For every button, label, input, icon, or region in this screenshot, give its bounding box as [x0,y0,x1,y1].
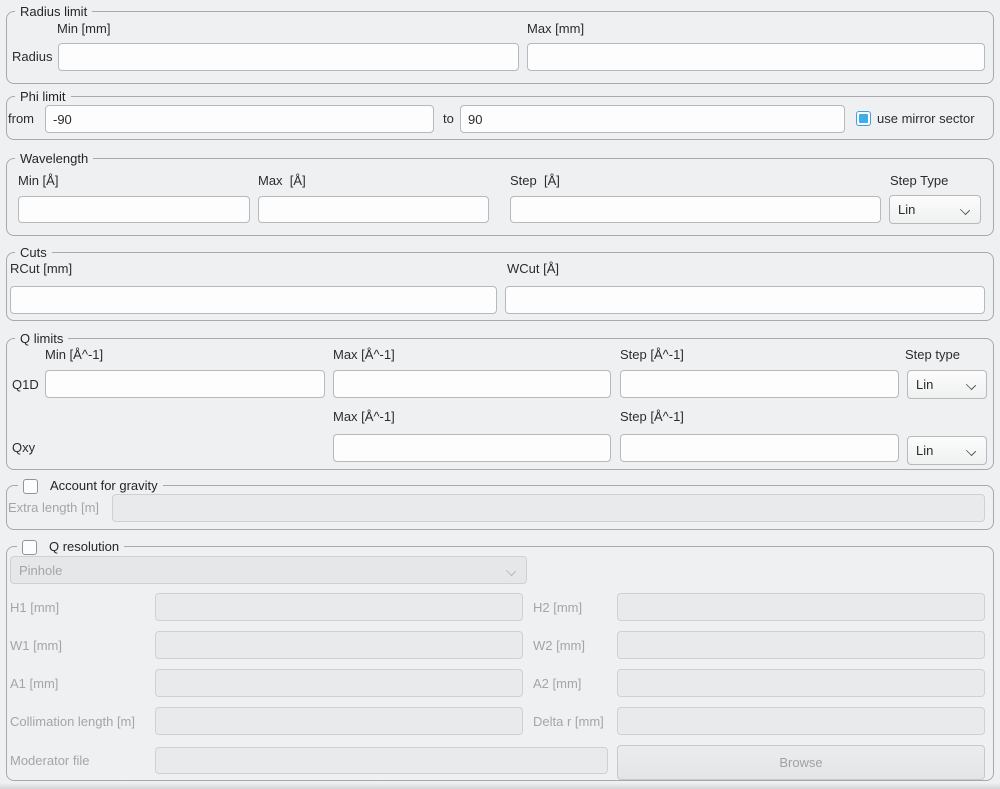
q1d-max-input[interactable] [333,370,611,398]
extra-length-input [112,494,985,522]
q1d-min-input[interactable] [45,370,325,398]
radius-min-input[interactable] [58,43,519,71]
group-phi-limit: Phi limit from to use mirror sector [6,96,994,140]
collimation-length-input [155,707,523,735]
radius-max-input[interactable] [527,43,985,71]
group-cuts-title: Cuts [15,244,52,262]
w1-label: W1 [mm] [10,638,62,654]
qxy-step-type-value: Lin [916,443,933,458]
q-step-type-label: Step type [905,347,960,363]
chevron-down-icon [966,380,976,390]
h2-input [617,593,985,621]
group-phi-limit-title: Phi limit [15,88,71,106]
group-cuts: Cuts RCut [mm] WCut [Å] [6,252,994,321]
chevron-down-icon [960,205,970,215]
q1d-row-label: Q1D [12,377,39,393]
wcut-input[interactable] [505,286,985,314]
qxy-step-type-select[interactable]: Lin [907,436,987,465]
group-wavelength: Wavelength Min [Å] Max [Å] Step [Å] Step… [6,158,994,236]
chevron-down-icon [966,446,976,456]
moderator-file-label: Moderator file [10,753,89,769]
wavelength-step-type-value: Lin [898,202,915,217]
wavelength-min-label: Min [Å] [18,173,58,189]
group-q-resolution-header: Q resolution [17,538,124,556]
wcut-label: WCut [Å] [507,261,559,277]
group-gravity-header: Account for gravity [18,477,163,495]
collimation-length-label: Collimation length [m] [10,714,135,730]
checkbox-check-icon [859,114,868,123]
radius-max-label: Max [mm] [527,21,584,37]
slicer-parameters-panel: Radius limit Min [mm] Max [mm] Radius Ph… [0,0,1000,789]
group-q-limits-title: Q limits [15,330,68,348]
qxy-step-label: Step [Å^-1] [620,409,684,425]
browse-button: Browse [617,745,985,780]
phi-from-label: from [8,111,34,127]
group-account-for-gravity: Account for gravity Extra length [m] [6,485,994,530]
delta-r-input [617,707,985,735]
extra-length-label: Extra length [m] [8,500,99,516]
w2-label: W2 [mm] [533,638,585,654]
q-step-label: Step [Å^-1] [620,347,684,363]
use-mirror-sector-label: use mirror sector [877,111,975,127]
group-q-resolution-title: Q resolution [49,538,119,556]
h1-label: H1 [mm] [10,600,59,616]
phi-from-input[interactable] [45,105,434,133]
group-gravity-title: Account for gravity [50,477,158,495]
h2-label: H2 [mm] [533,600,582,616]
q-resolution-checkbox[interactable] [22,540,37,555]
wavelength-step-type-label: Step Type [890,173,948,189]
group-wavelength-title: Wavelength [15,150,93,168]
chevron-down-icon [506,566,516,576]
wavelength-min-input[interactable] [18,196,250,223]
qxy-max-input[interactable] [333,434,611,462]
delta-r-label: Delta r [mm] [533,714,604,730]
wavelength-max-input[interactable] [258,196,489,223]
w2-input [617,631,985,659]
qxy-row-label: Qxy [12,440,35,456]
group-q-resolution: Q resolution Pinhole H1 [mm] H2 [mm] W1 … [6,546,994,781]
a1-input [155,669,523,697]
q1d-step-type-value: Lin [916,377,933,392]
use-mirror-sector-checkbox[interactable] [856,111,871,126]
radius-row-label: Radius [12,49,52,65]
wavelength-step-input[interactable] [510,196,881,223]
moderator-file-input [155,747,608,774]
q-resolution-source-select: Pinhole [10,556,527,584]
qxy-max-label: Max [Å^-1] [333,409,395,425]
group-q-limits: Q limits Min [Å^-1] Max [Å^-1] Step [Å^-… [6,338,994,470]
radius-min-label: Min [mm] [57,21,110,37]
a2-input [617,669,985,697]
q-max-label: Max [Å^-1] [333,347,395,363]
account-for-gravity-checkbox[interactable] [23,479,38,494]
wavelength-max-label: Max [Å] [258,173,306,189]
q1d-step-input[interactable] [620,370,899,398]
rcut-label: RCut [mm] [10,261,72,277]
wavelength-step-label: Step [Å] [510,173,560,189]
q-resolution-source-value: Pinhole [19,563,62,578]
group-radius-limit: Radius limit Min [mm] Max [mm] Radius [6,11,994,84]
group-radius-limit-title: Radius limit [15,3,92,21]
a1-label: A1 [mm] [10,676,58,692]
wavelength-step-type-select[interactable]: Lin [889,195,981,224]
qxy-step-input[interactable] [620,434,899,462]
q-min-label: Min [Å^-1] [45,347,103,363]
a2-label: A2 [mm] [533,676,581,692]
phi-to-label: to [443,111,454,127]
q1d-step-type-select[interactable]: Lin [907,370,987,399]
phi-to-input[interactable] [460,105,845,133]
h1-input [155,593,523,621]
rcut-input[interactable] [10,286,497,314]
panel-bottom-edge [0,783,1000,789]
w1-input [155,631,523,659]
